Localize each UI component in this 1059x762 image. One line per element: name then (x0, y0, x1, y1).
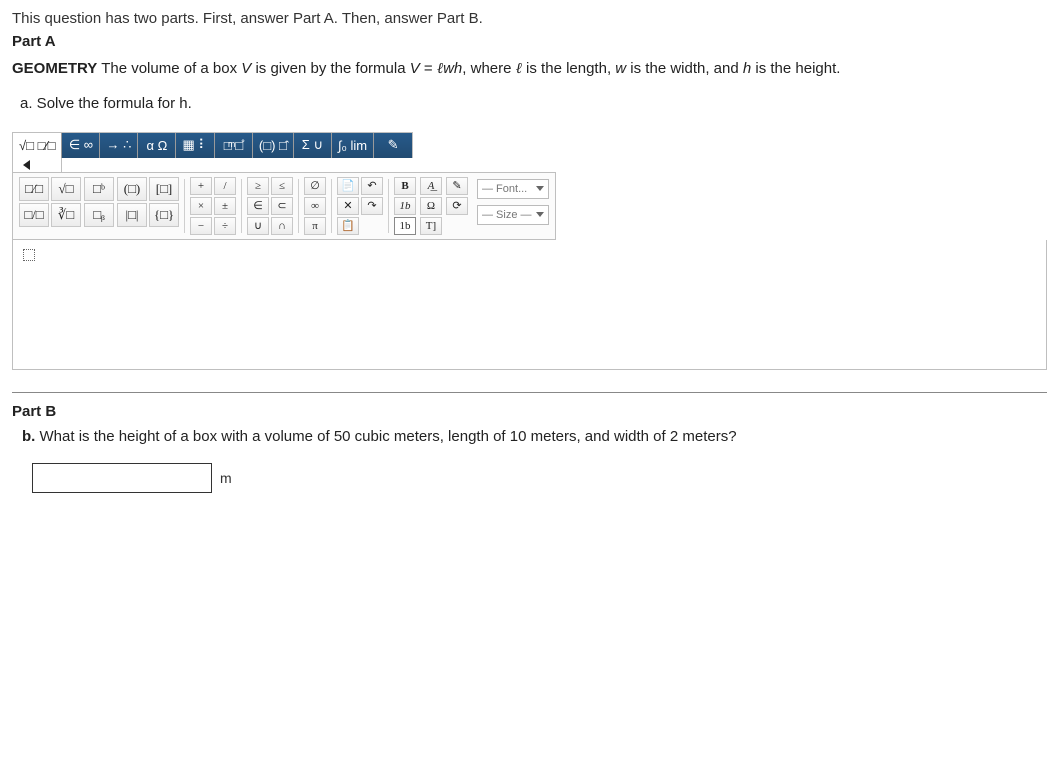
caret-down-icon (536, 212, 544, 217)
caret-down-icon (536, 186, 544, 191)
btn-gte[interactable]: ≥ (247, 177, 269, 195)
tab-basic[interactable]: √□ □⁄□ (13, 133, 62, 158)
size-dropdown[interactable]: — Size — (477, 205, 549, 225)
btn-plus[interactable]: + (190, 177, 212, 195)
btn-blank (361, 217, 383, 235)
btn-slash-frac[interactable]: □/□ (19, 203, 49, 227)
part-b-label: Part B (12, 403, 1047, 420)
triangle-left-icon (23, 160, 30, 170)
sub-label: a. (20, 95, 33, 112)
font-controls: — Font... — Size — (477, 179, 549, 225)
topic-label: GEOMETRY (12, 60, 97, 77)
part-a-label: Part A (12, 33, 1047, 50)
btn-bracket[interactable]: [□] (149, 177, 179, 201)
part-a-question: GEOMETRY The volume of a box V is given … (12, 58, 1047, 81)
toolbar-separator (298, 179, 299, 233)
btn-times[interactable]: × (190, 197, 212, 215)
eq-equals: = (420, 60, 437, 77)
btn-omega-box[interactable]: Ω (420, 197, 442, 215)
part-a-subquestion: a. Solve the formula for h. (20, 95, 1047, 112)
btn-blank (446, 217, 468, 235)
toolbar-separator (184, 179, 185, 233)
btn-refresh[interactable]: ⟳ (446, 197, 468, 215)
btn-fraction[interactable]: □⁄□ (19, 177, 49, 201)
sub-var-h: h (179, 95, 187, 112)
btn-plusminus[interactable]: ± (214, 197, 236, 215)
tab-logic[interactable]: → ∴ (100, 133, 138, 158)
btn-paren[interactable]: (□) (117, 177, 147, 201)
editor-toolbar: □⁄□ √□ □/□ ∛□ □ᵇ □ᵦ (□) [□] |□| {□} + / … (12, 172, 556, 240)
sub-label-b: b. (22, 428, 35, 445)
btn-union[interactable]: ∪ (247, 217, 269, 235)
tab-calculus[interactable]: ∫₀ lim (332, 133, 374, 158)
btn-sqrt[interactable]: √□ (51, 177, 81, 201)
part-b-question: b. What is the height of a box with a vo… (22, 428, 1047, 445)
btn-infinity[interactable]: ∞ (304, 197, 326, 215)
part-b-answer-row: m (32, 463, 1047, 493)
tab-matrix[interactable]: ▦ ⠇ (176, 133, 214, 158)
btn-lte[interactable]: ≤ (271, 177, 293, 195)
q-text: is given by the formula (251, 60, 409, 77)
font-label: — Font... (482, 183, 527, 195)
btn-intersect[interactable]: ∩ (271, 217, 293, 235)
btn-brace[interactable]: {□} (149, 203, 179, 227)
btn-emptyset[interactable]: ∅ (304, 177, 326, 195)
btn-elementof[interactable]: ∈ (247, 197, 269, 215)
unit-label: m (220, 470, 232, 486)
btn-text[interactable]: T] (420, 217, 442, 235)
btn-pen[interactable]: ✎ (446, 177, 468, 195)
q-text: is the height. (751, 60, 840, 77)
btn-italic-color[interactable]: A͟ (420, 177, 442, 195)
btn-paste[interactable]: 📋 (337, 217, 359, 235)
btn-box-1b[interactable]: 1b (394, 217, 416, 235)
btn-subscript[interactable]: □ᵦ (84, 203, 114, 227)
eq-v: V (410, 60, 420, 77)
part-b-text: What is the height of a box with a volum… (35, 428, 736, 445)
btn-superscript[interactable]: □ᵇ (84, 177, 114, 201)
btn-divide[interactable]: ÷ (214, 217, 236, 235)
tab-accent[interactable]: □ͫ □̊ (215, 133, 253, 158)
equation-input-area[interactable] (12, 240, 1047, 370)
btn-abs[interactable]: |□| (117, 203, 147, 227)
btn-minus[interactable]: − (190, 217, 212, 235)
btn-pi[interactable]: π (304, 217, 326, 235)
q-text: is the length, (522, 60, 615, 77)
sub-text: . (188, 95, 192, 112)
size-label: — Size — (482, 209, 532, 221)
equation-placeholder (23, 249, 35, 261)
tab-set[interactable]: ∈ ∞ (62, 133, 100, 158)
toolbar-separator (388, 179, 389, 233)
sub-text: Solve the formula for (33, 95, 180, 112)
toolbar-separator (241, 179, 242, 233)
toolbar-separator (331, 179, 332, 233)
equation-editor: √□ □⁄□ ∈ ∞ → ∴ α Ω ▦ ⠇ □ͫ □̊ (□) □̂ Σ ∪ … (12, 132, 1047, 370)
q-text: , where (462, 60, 515, 77)
btn-copy[interactable]: 📄 (337, 177, 359, 195)
tab-sigma[interactable]: Σ ∪ (294, 133, 332, 158)
var-w: w (615, 60, 626, 77)
question-intro: This question has two parts. First, answ… (12, 10, 1047, 27)
btn-nroot[interactable]: ∛□ (51, 203, 81, 227)
tab-bracket[interactable]: (□) □̂ (253, 133, 294, 158)
btn-slash[interactable]: / (214, 177, 236, 195)
q-text: The volume of a box (97, 60, 241, 77)
height-input[interactable] (32, 463, 212, 493)
q-text: is the width, and (626, 60, 743, 77)
var-v: V (241, 60, 251, 77)
btn-undo[interactable]: ↶ (361, 177, 383, 195)
var-h: h (743, 60, 751, 77)
tab-draw[interactable]: ✎ (374, 133, 412, 158)
btn-bold[interactable]: B (394, 177, 416, 195)
btn-redo[interactable]: ↷ (361, 197, 383, 215)
tab-greek[interactable]: α Ω (138, 133, 176, 158)
btn-italic[interactable]: 1b (394, 197, 416, 215)
editor-tabbar: √□ □⁄□ ∈ ∞ → ∴ α Ω ▦ ⠇ □ͫ □̊ (□) □̂ Σ ∪ … (12, 132, 413, 158)
font-dropdown[interactable]: — Font... (477, 179, 549, 199)
section-divider (12, 392, 1047, 393)
tab-scroll-left[interactable] (12, 158, 62, 172)
eq-wh: wh (443, 60, 462, 77)
btn-cut[interactable]: ✕ (337, 197, 359, 215)
btn-subset[interactable]: ⊂ (271, 197, 293, 215)
